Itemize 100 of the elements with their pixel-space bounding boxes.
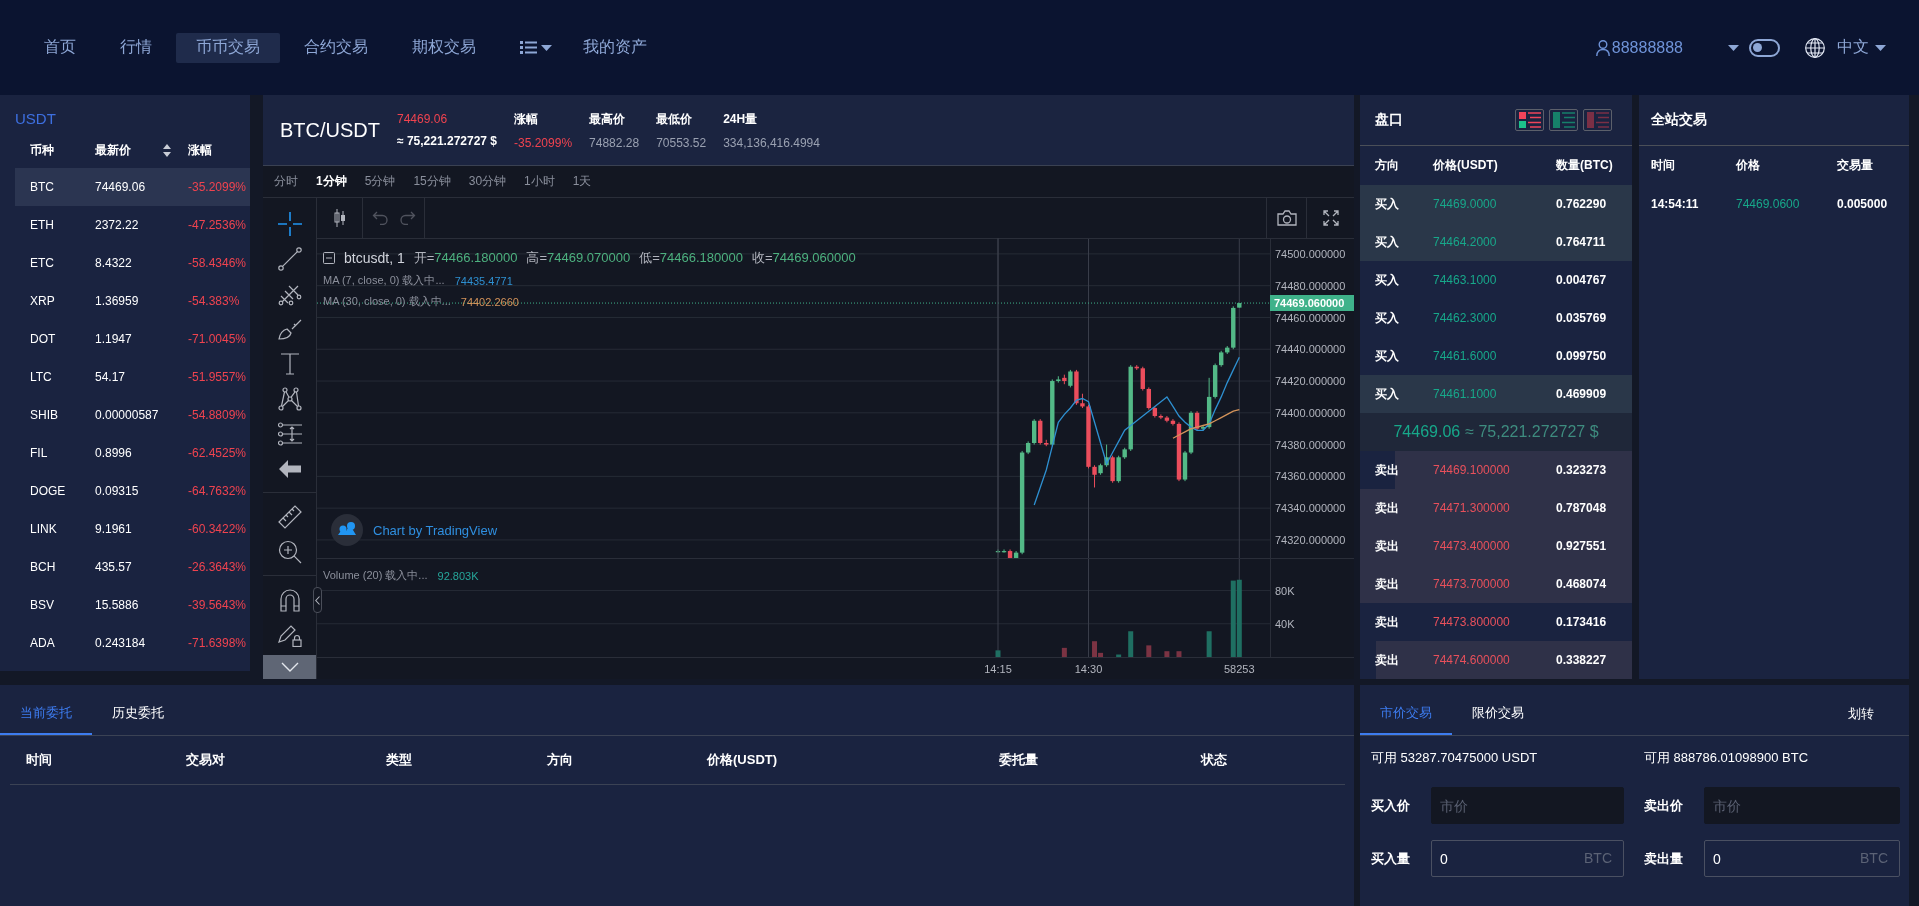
interval-tab[interactable]: 1小时 — [524, 173, 555, 190]
column-header: 委托量 — [999, 751, 1039, 769]
market-row[interactable]: DOGE 0.09315 -64.7632% — [15, 472, 250, 510]
latest-price: 54.17 — [95, 370, 127, 384]
order-book-row[interactable]: 卖出 74473.800000 0.173416 — [1360, 603, 1632, 641]
latest-price: 0.09315 — [95, 484, 140, 498]
interval-tab[interactable]: 1天 — [572, 173, 592, 190]
column-header: 涨幅 — [188, 143, 212, 157]
minus-square-icon[interactable] — [323, 252, 335, 264]
transfer-link[interactable]: 划转 — [1848, 685, 1874, 735]
order-book-row[interactable]: 卖出 74473.700000 0.468074 — [1360, 565, 1632, 603]
ruler-icon[interactable] — [277, 504, 302, 529]
sort-icon[interactable] — [163, 144, 171, 157]
bid-price: 74461.6000 — [1433, 349, 1498, 363]
interval-tab[interactable]: 30分钟 — [468, 173, 507, 190]
side-label: 卖出 — [1375, 651, 1400, 669]
pattern-icon[interactable] — [277, 386, 302, 411]
theme-toggle[interactable] — [1749, 38, 1780, 57]
panel-title: 全站交易 — [1651, 111, 1707, 129]
tab[interactable]: 当前委托 — [0, 685, 92, 735]
interval-tab[interactable]: 15分钟 — [413, 173, 451, 190]
market-row[interactable]: ETC 8.4322 -58.4346% — [15, 244, 250, 282]
order-book-row[interactable]: 卖出 74474.600000 0.338227 — [1360, 641, 1632, 679]
tab[interactable]: 市价交易 — [1360, 685, 1452, 735]
crosshair-icon[interactable] — [277, 211, 302, 236]
coin-symbol: ADA — [30, 636, 56, 650]
volume-axis-label: 40K — [1275, 617, 1295, 630]
nav-link[interactable]: 币币交易 — [176, 32, 280, 63]
market-row[interactable]: LINK 9.1961 -60.3422% — [15, 510, 250, 548]
price-change: -58.4346% — [188, 256, 248, 270]
interval-tab[interactable]: 1分钟 — [316, 173, 347, 190]
nav-link[interactable]: 首页 — [24, 32, 96, 63]
fullscreen-icon[interactable] — [1322, 210, 1339, 226]
mid-price: 74469.06 — [1393, 423, 1461, 441]
order-book-row[interactable]: 卖出 74471.300000 0.787048 — [1360, 489, 1632, 527]
latest-price: 2372.22 — [95, 218, 140, 232]
order-book-view-button[interactable] — [1549, 109, 1578, 131]
side-label: 买入 — [1375, 385, 1400, 403]
market-row[interactable]: BTC 74469.06 -35.2099% — [15, 168, 250, 206]
bid-amount: 0.764711 — [1556, 235, 1607, 249]
market-row[interactable]: SHIB 0.00000587 -54.8809% — [15, 396, 250, 434]
ohlc-value: 74466.180000 — [659, 250, 743, 265]
language-button[interactable]: 中文 — [1837, 37, 1886, 58]
bid-price: 74469.0000 — [1433, 197, 1498, 211]
stat-label: 最高价 — [589, 110, 627, 128]
latest-price: 435.57 — [95, 560, 133, 574]
stat-value: 70553.52 — [656, 135, 707, 150]
trade-amount: 0.005000 — [1837, 197, 1889, 211]
price-change: -71.0045% — [188, 332, 248, 346]
indicator-name: Volume (20) 载入中... — [323, 568, 428, 583]
market-row[interactable]: LTC 54.17 -51.9557% — [15, 358, 250, 396]
chevron-icon — [280, 662, 299, 672]
market-row[interactable]: BCH 435.57 -26.3643% — [15, 548, 250, 586]
attribution-link[interactable]: Chart by TradingView — [373, 522, 498, 538]
market-row[interactable]: DOT 1.1947 -71.0045% — [15, 320, 250, 358]
market-row[interactable]: XRP 1.36959 -54.383% — [15, 282, 250, 320]
candlestick-icon[interactable] — [333, 209, 346, 227]
camera-icon[interactable] — [1276, 210, 1297, 226]
nav-link[interactable]: 行情 — [100, 32, 172, 63]
order-book-row[interactable]: 买入 74469.0000 0.762290 — [1360, 185, 1632, 223]
tab[interactable]: 历史委托 — [92, 685, 184, 735]
order-book-row[interactable]: 买入 74463.1000 0.004767 — [1360, 261, 1632, 299]
zoom-in-icon[interactable] — [277, 539, 302, 564]
interval-tab[interactable]: 5分钟 — [364, 173, 396, 190]
order-book-row[interactable]: 买入 74464.2000 0.764711 — [1360, 223, 1632, 261]
stat-label: 涨幅 — [514, 110, 539, 128]
caret-icon[interactable] — [1728, 44, 1739, 51]
pair-name: BTC/USDT — [280, 118, 380, 142]
nav-link[interactable]: 期权交易 — [392, 32, 496, 63]
column-header: 类型 — [386, 751, 413, 769]
column-header: 交易对 — [186, 751, 226, 769]
market-row[interactable]: ADA 0.243184 -71.6398% — [15, 624, 250, 662]
side-label: 买入 — [1375, 309, 1400, 327]
tab[interactable]: 限价交易 — [1452, 685, 1544, 735]
coin-symbol: LINK — [30, 522, 58, 536]
ask-price: 74473.800000 — [1433, 615, 1511, 629]
collapse-handle[interactable] — [313, 587, 322, 613]
order-book-row[interactable]: 买入 74461.6000 0.099750 — [1360, 337, 1632, 375]
globe-icon[interactable] — [1805, 37, 1825, 58]
parallel-lines-icon[interactable] — [277, 421, 302, 446]
account-button[interactable]: 88888888 — [1595, 38, 1683, 57]
market-row[interactable]: ETH 2372.22 -47.2536% — [15, 206, 250, 244]
logo-icon[interactable] — [331, 514, 363, 546]
ask-price: 74469.100000 — [1433, 463, 1511, 477]
nav-link[interactable]: 合约交易 — [284, 32, 388, 63]
price-change: -62.4525% — [188, 446, 248, 460]
order-book-view-button[interactable] — [1515, 109, 1544, 131]
nav-link[interactable]: 我的资产 — [563, 32, 667, 63]
magnet-icon[interactable] — [277, 587, 302, 612]
column-header: 币种 — [30, 143, 54, 157]
order-book-row[interactable]: 买入 74462.3000 0.035769 — [1360, 299, 1632, 337]
order-book-row[interactable]: 卖出 74473.400000 0.927551 — [1360, 527, 1632, 565]
ask-amount: 0.787048 — [1556, 501, 1608, 515]
interval-tab[interactable]: 分时 — [274, 173, 298, 190]
line-tool-icon[interactable] — [277, 246, 302, 271]
market-row[interactable]: BSV 15.5886 -39.5643% — [15, 586, 250, 624]
indicator-value: 74435.4771 — [454, 274, 513, 287]
market-row[interactable]: FIL 0.8996 -62.4525% — [15, 434, 250, 472]
order-book-row[interactable]: 卖出 74469.100000 0.323273 — [1360, 451, 1632, 489]
order-book-row[interactable]: 买入 74461.1000 0.469909 — [1360, 375, 1632, 413]
